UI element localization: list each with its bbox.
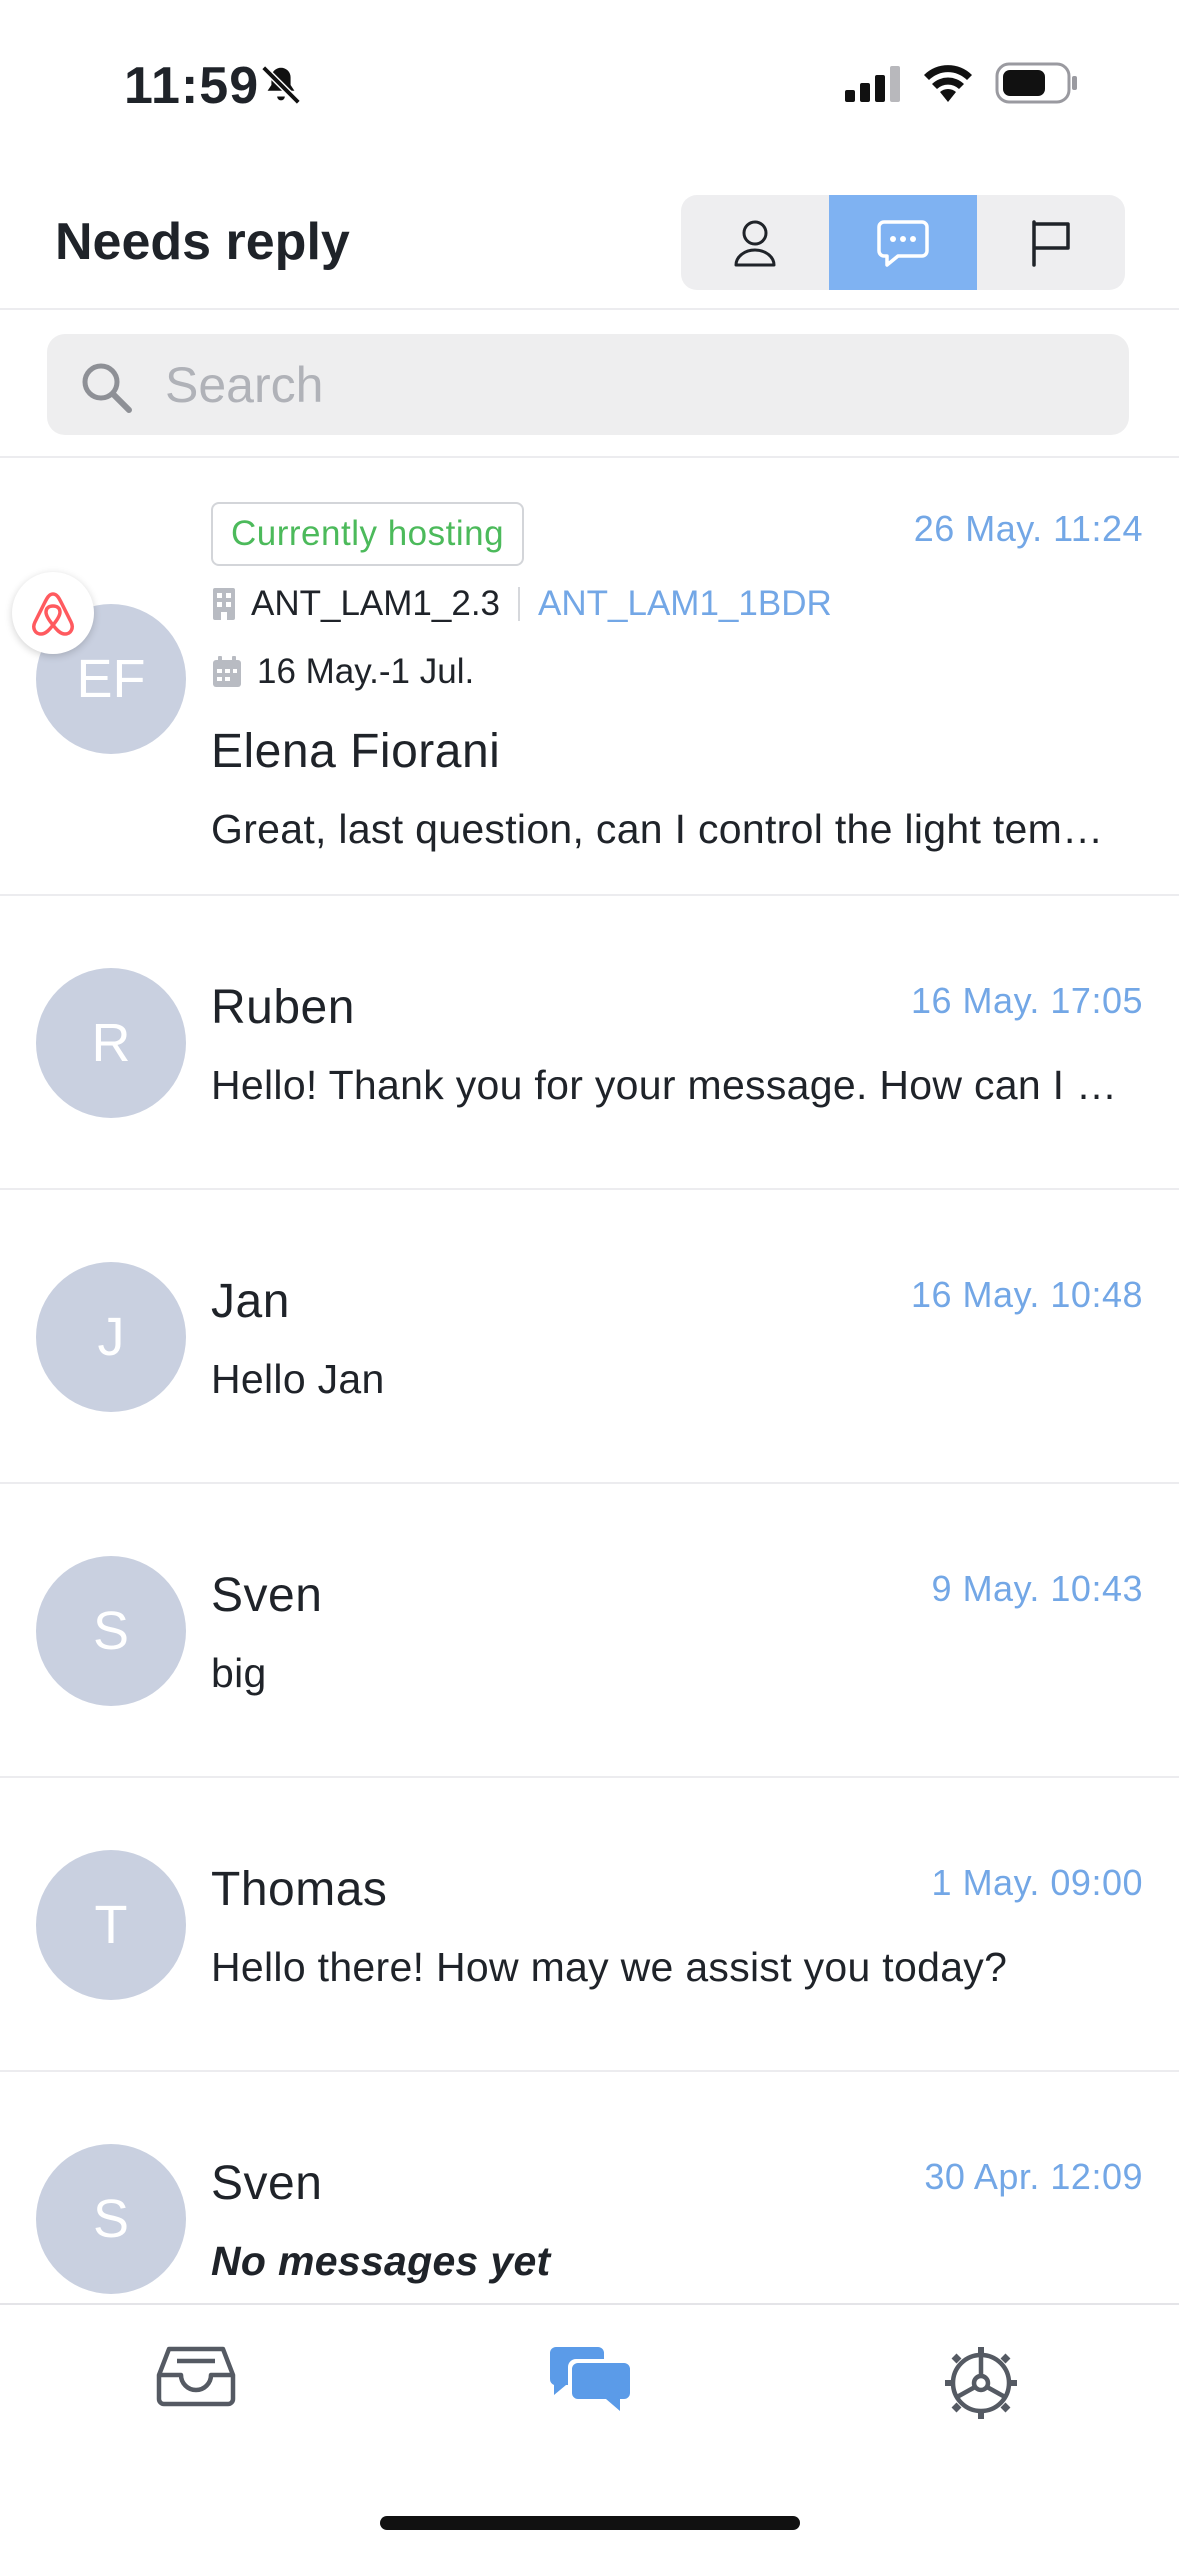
tab-inbox[interactable] <box>155 2345 237 2412</box>
building-icon <box>211 586 237 622</box>
person-icon <box>734 220 776 266</box>
listing-id: ANT_LAM1_2.3 <box>251 584 501 623</box>
conversation-date: 9 May. 10:43 <box>931 1568 1143 1609</box>
message-preview: No messages yet <box>211 2238 551 2284</box>
guest-name: Ruben <box>211 981 355 1034</box>
filter-messages-button[interactable] <box>829 195 977 290</box>
avatar-initials: R <box>91 1013 131 1073</box>
conversation-row[interactable]: R 16 May. 17:05 Ruben Hello! Thank you f… <box>0 896 1179 1190</box>
conversation-row[interactable]: S 9 May. 10:43 Sven big <box>0 1484 1179 1778</box>
conversation-row[interactable]: T 1 May. 09:00 Thomas Hello there! How m… <box>0 1778 1179 2072</box>
divider <box>518 587 521 621</box>
calendar-icon <box>211 655 243 689</box>
avatar-initials: EF <box>76 649 146 709</box>
bell-muted-icon <box>258 62 304 113</box>
flag-icon <box>1032 219 1070 267</box>
search-input[interactable] <box>165 334 1065 435</box>
guest-name: Elena Fiorani <box>211 725 501 778</box>
search-icon <box>82 363 132 413</box>
inbox-tray-icon <box>156 2346 236 2407</box>
message-preview: Hello! Thank you for your message. How c… <box>211 1062 1121 1108</box>
wifi-icon <box>922 62 974 107</box>
filter-segmented-control <box>681 195 1125 290</box>
header: Needs reply <box>0 190 1179 310</box>
avatar-initials: J <box>97 1307 125 1367</box>
conversation-list: EF Currently hosting 26 May. 11:24 ANT_L… <box>0 458 1179 2364</box>
search-bar[interactable] <box>47 334 1129 435</box>
airbnb-logo-icon <box>12 572 94 654</box>
avatar: T <box>36 1850 186 2000</box>
filter-guests-button[interactable] <box>681 195 829 290</box>
avatar-initials: S <box>92 2189 130 2249</box>
filter-flagged-button[interactable] <box>977 195 1125 290</box>
guest-name: Thomas <box>211 1863 388 1916</box>
stay-date-range: 16 May.-1 Jul. <box>257 652 475 691</box>
stay-dates: 16 May.-1 Jul. <box>211 652 474 692</box>
settings-wheel-icon <box>945 2347 1017 2419</box>
guest-name: Sven <box>211 1569 323 1622</box>
conversation-row[interactable]: EF Currently hosting 26 May. 11:24 ANT_L… <box>0 458 1179 896</box>
listing-info: ANT_LAM1_2.3 ANT_LAM1_1BDR <box>211 584 832 624</box>
status-bar: 11:59 <box>0 0 1179 160</box>
message-preview: Great, last question, can I control the … <box>211 806 1121 852</box>
search-section <box>0 310 1179 458</box>
message-preview: Hello Jan <box>211 1356 385 1402</box>
message-preview: Hello there! How may we assist you today… <box>211 1944 1008 1990</box>
status-badge: Currently hosting <box>211 502 525 566</box>
avatar: S <box>36 1556 186 1706</box>
conversation-date: 26 May. 11:24 <box>913 508 1143 549</box>
guest-name: Sven <box>211 2157 323 2210</box>
avatar: S <box>36 2144 186 2294</box>
page-title: Needs reply <box>55 213 350 271</box>
avatar: R <box>36 968 186 1118</box>
cellular-signal-icon <box>845 66 903 107</box>
conversation-date: 30 Apr. 12:09 <box>924 2156 1143 2197</box>
status-time: 11:59 <box>124 57 260 115</box>
conversation-date: 1 May. 09:00 <box>931 1862 1143 1903</box>
home-indicator[interactable] <box>380 2516 800 2530</box>
avatar-initials: T <box>94 1895 128 1955</box>
conversation-date: 16 May. 10:48 <box>911 1274 1143 1315</box>
conversation-date: 16 May. 17:05 <box>911 980 1143 1021</box>
battery-icon <box>995 62 1079 109</box>
listing-name-link[interactable]: ANT_LAM1_1BDR <box>538 584 832 624</box>
conversation-row[interactable]: J 16 May. 10:48 Jan Hello Jan <box>0 1190 1179 1484</box>
avatar-initials: S <box>92 1601 130 1661</box>
chat-bubbles-icon <box>549 2347 630 2411</box>
chat-bubble-icon <box>877 219 929 267</box>
message-preview: big <box>211 1650 267 1696</box>
avatar: J <box>36 1262 186 1412</box>
tab-messages[interactable] <box>548 2345 632 2418</box>
guest-name: Jan <box>211 1275 290 1328</box>
tab-settings[interactable] <box>943 2345 1019 2426</box>
